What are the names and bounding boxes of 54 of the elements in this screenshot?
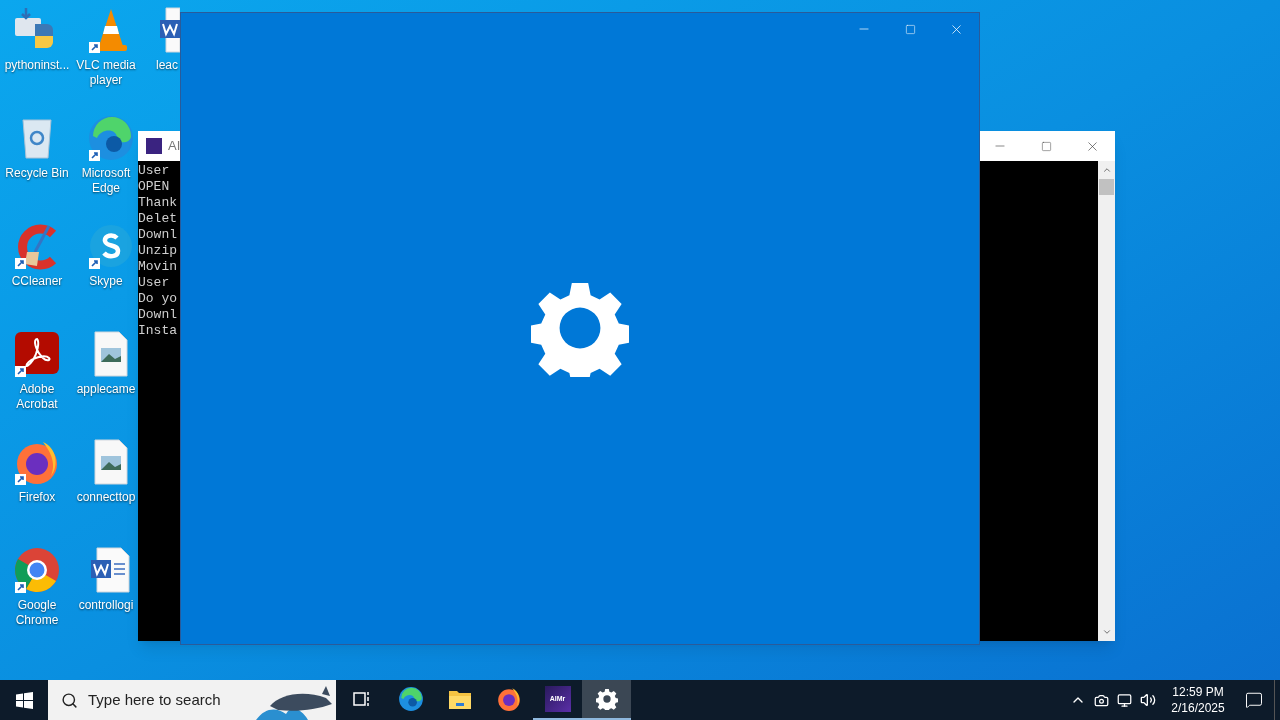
chrome-icon	[13, 546, 61, 594]
console-line: OPEN	[138, 179, 170, 195]
desktop-icon-label: Skype	[88, 274, 124, 289]
maximize-icon	[904, 23, 916, 35]
desktop-icon-label: CCleaner	[10, 274, 64, 289]
desktop-icon-label: leac	[155, 58, 179, 73]
console-line: Movin	[138, 259, 177, 275]
desktop-icon-label: controllogi	[77, 598, 135, 613]
taskbar-app-button[interactable]	[582, 680, 631, 720]
task-view-icon	[351, 689, 372, 709]
desktop-icon-label: pythoninst...	[3, 58, 71, 73]
console-line: Downl	[138, 227, 177, 243]
network-icon[interactable]	[1117, 692, 1132, 708]
edge-icon	[397, 686, 424, 712]
desktop-icon-label: VLC media player	[75, 58, 137, 88]
windows-logo-icon	[15, 691, 33, 709]
console-line: Do yo	[138, 291, 177, 307]
firefox-icon	[495, 686, 522, 712]
console-line: Downl	[138, 307, 177, 323]
skype-icon	[87, 222, 135, 270]
desktop-icon-label: applecame	[75, 382, 137, 397]
console-line: User	[138, 163, 170, 179]
search-placeholder: Type here to search	[88, 689, 221, 710]
desktop-icon-label: Google Chrome	[14, 598, 60, 628]
settings-icon	[595, 688, 618, 710]
console-title: AI	[168, 137, 181, 156]
search-icon	[61, 691, 78, 709]
app-logo-icon	[146, 138, 162, 154]
acrobat-icon	[13, 330, 61, 378]
word-document-icon	[160, 6, 180, 54]
maximize-icon	[1040, 140, 1052, 152]
volume-icon[interactable]	[1140, 692, 1156, 708]
folder-icon	[447, 688, 472, 710]
console-line: User	[138, 275, 170, 291]
console-line: Unzip	[138, 243, 177, 259]
scroll-thumb[interactable]	[1099, 179, 1114, 195]
desktop-icon-label: Microsoft Edge	[80, 166, 132, 196]
console-line: Insta	[138, 323, 177, 339]
desktop-icon-label: Recycle Bin	[4, 166, 70, 181]
clock-date: 2/16/2025	[1171, 700, 1225, 716]
edge-icon	[87, 114, 135, 162]
scroll-up-icon	[1101, 165, 1112, 175]
clock-time: 12:59 PM	[1172, 684, 1224, 700]
search-field[interactable]: Type here to search	[48, 680, 336, 720]
desktop-icon-label: Adobe Acrobat	[15, 382, 59, 412]
notifications-icon	[1245, 691, 1263, 709]
console-line: Delet	[138, 211, 177, 227]
camera-icon[interactable]	[1094, 692, 1109, 708]
scrollbar[interactable]	[1098, 161, 1115, 641]
scroll-down-icon	[1101, 627, 1112, 637]
clock[interactable]: 12:59 PM 2/16/2025	[1166, 684, 1230, 716]
desktop-icon-label: Firefox	[17, 490, 57, 505]
desktop-icon-label: connecttop	[75, 490, 137, 505]
console-line: Thank	[138, 195, 177, 211]
